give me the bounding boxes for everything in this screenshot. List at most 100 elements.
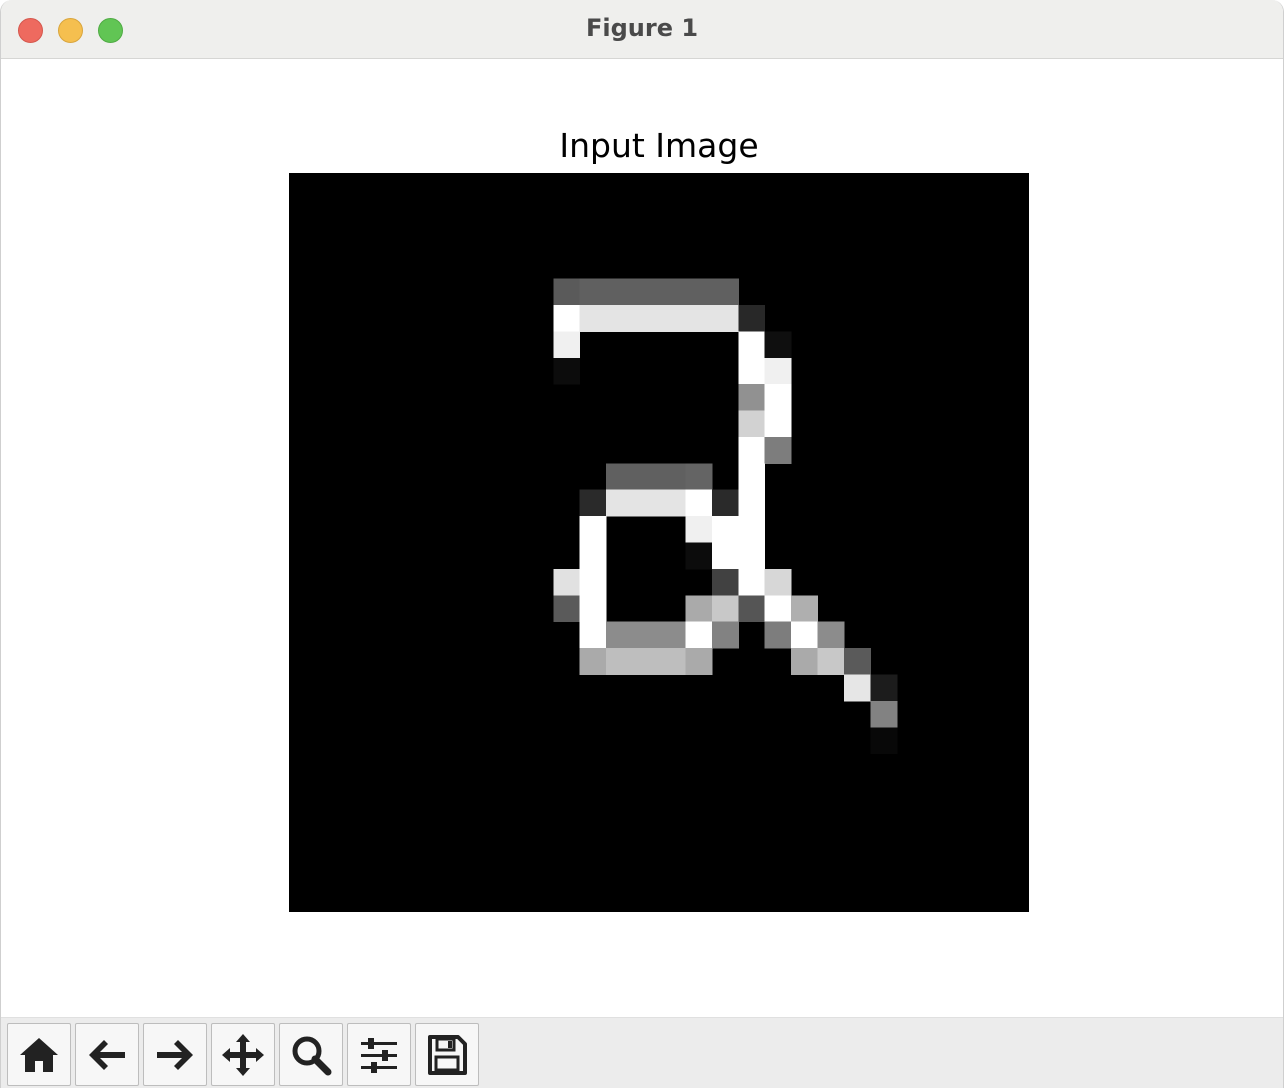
image-pixel <box>870 674 898 702</box>
image-pixel <box>659 463 686 491</box>
image-pixel <box>579 648 607 675</box>
image-pixel <box>738 516 766 544</box>
image-pixel <box>685 621 713 649</box>
image-pixel <box>553 331 581 359</box>
image-pixel <box>738 357 766 385</box>
image-pixel <box>711 568 739 596</box>
image-pixel <box>764 410 792 438</box>
window-title: Figure 1 <box>585 14 699 42</box>
image-pixel <box>738 542 766 570</box>
configure-subplots-button[interactable] <box>347 1023 411 1086</box>
magnifier-icon <box>292 1036 332 1075</box>
image-pixel <box>685 278 713 306</box>
forward-button[interactable] <box>143 1023 207 1086</box>
image-pixel <box>685 595 713 623</box>
image-pixel <box>659 278 686 306</box>
image-pixel <box>738 463 766 491</box>
image-pixel <box>579 595 607 623</box>
image-pixel <box>659 648 686 675</box>
pan-button[interactable] <box>211 1023 275 1086</box>
image-pixel <box>738 568 766 596</box>
image-pixel <box>844 674 871 702</box>
image-pixel <box>632 648 660 675</box>
back-button[interactable] <box>75 1023 139 1086</box>
image-pixel <box>606 489 634 517</box>
image-pixel <box>764 621 792 649</box>
image-pixel <box>764 331 792 359</box>
image-pixel <box>579 278 607 306</box>
image-pixel <box>685 542 713 570</box>
image-pixel <box>685 463 713 491</box>
image-pixel <box>606 278 634 306</box>
image-pixel <box>579 516 607 544</box>
image-pixel <box>632 489 660 517</box>
image-pixel <box>791 595 819 623</box>
arrow-left-icon <box>89 1039 125 1070</box>
input-image-heatmap <box>289 173 1029 912</box>
image-pixel <box>791 621 819 649</box>
move-icon <box>222 1033 264 1076</box>
image-pixel <box>659 621 686 649</box>
image-pixel <box>817 648 845 675</box>
image-pixel <box>817 621 845 649</box>
home-icon <box>20 1037 58 1072</box>
image-pixel <box>606 648 634 675</box>
image-pixel <box>685 489 713 517</box>
image-pixel <box>738 304 766 332</box>
image-pixel <box>579 568 607 596</box>
figure-canvas[interactable]: Input Image <box>1 60 1283 1017</box>
image-pixel <box>711 489 739 517</box>
image-pixel <box>606 463 634 491</box>
image-pixel <box>632 463 660 491</box>
image-pixel <box>553 595 581 623</box>
image-pixel <box>659 304 686 332</box>
image-pixel <box>579 621 607 649</box>
image-pixel <box>553 357 581 385</box>
image-pixel <box>791 648 819 675</box>
image-pixel <box>738 489 766 517</box>
image-pixel <box>659 489 686 517</box>
image-pixel <box>553 278 581 306</box>
image-pixel <box>764 436 792 464</box>
image-pixel <box>553 568 581 596</box>
home-button[interactable] <box>7 1023 71 1086</box>
sliders-icon <box>361 1037 397 1073</box>
image-pixel <box>738 595 766 623</box>
image-pixel <box>764 384 792 412</box>
image-pixel <box>764 568 792 596</box>
arrow-right-icon <box>157 1039 193 1070</box>
image-pixel <box>764 357 792 385</box>
image-pixel <box>632 278 660 306</box>
zoom-button[interactable] <box>279 1023 343 1086</box>
save-button[interactable] <box>415 1023 479 1086</box>
image-pixel <box>738 331 766 359</box>
image-pixel <box>606 304 634 332</box>
image-pixel <box>711 621 739 649</box>
image-pixel <box>632 304 660 332</box>
image-pixel <box>711 304 739 332</box>
image-pixel <box>711 595 739 623</box>
axes-title: Input Image <box>559 126 759 165</box>
image-pixel <box>711 278 739 306</box>
image-pixel <box>711 516 739 544</box>
image-pixel <box>553 304 581 332</box>
image-pixel <box>579 304 607 332</box>
image-pixel <box>606 621 634 649</box>
image-pixel <box>685 648 713 675</box>
navigation-toolbar <box>1 1017 1283 1088</box>
image-pixel <box>738 384 766 412</box>
image-pixel <box>579 542 607 570</box>
image-pixel <box>685 304 713 332</box>
image-pixel <box>632 621 660 649</box>
image-pixel <box>738 410 766 438</box>
image-pixel <box>870 700 898 728</box>
image-pixel <box>844 648 871 675</box>
floppy-disk-icon <box>428 1034 467 1075</box>
title-bar[interactable]: Figure 1 <box>1 0 1283 59</box>
image-pixel <box>870 727 898 755</box>
image-pixel <box>738 436 766 464</box>
figure-window: Figure 1 Input Image <box>0 0 1284 1088</box>
image-pixel <box>579 489 607 517</box>
image-pixel <box>711 542 739 570</box>
image-pixel <box>764 595 792 623</box>
